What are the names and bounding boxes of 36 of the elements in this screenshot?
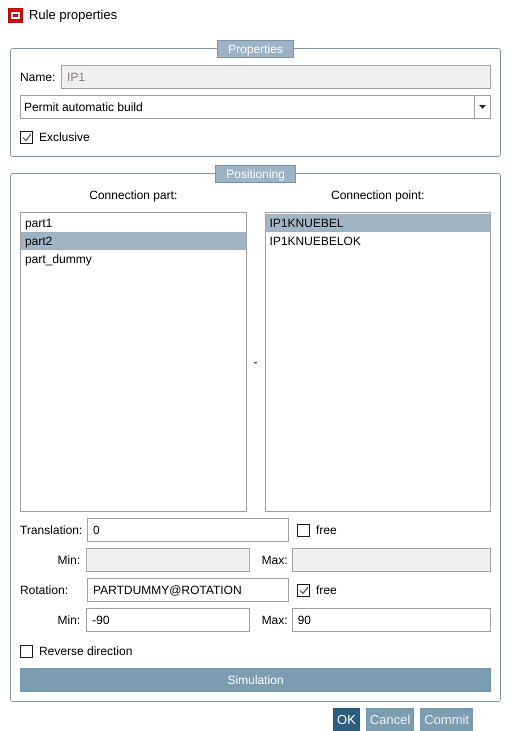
checkmark-icon bbox=[22, 132, 32, 142]
text-field[interactable]: -90 bbox=[86, 608, 250, 632]
field-label: Rotation: bbox=[20, 582, 70, 599]
field-label: Translation: bbox=[20, 522, 84, 539]
checkbox-label: Reverse direction bbox=[39, 643, 132, 660]
checkmark-icon bbox=[298, 586, 308, 594]
max-label: Max: bbox=[260, 612, 289, 629]
window-title: Rule properties bbox=[29, 6, 118, 24]
field-label: Name: bbox=[20, 68, 56, 86]
checkbox-label: free bbox=[316, 582, 337, 599]
separator-text: - bbox=[254, 354, 258, 371]
list-item[interactable]: part_dummy bbox=[21, 250, 246, 268]
list-item[interactable]: part2 bbox=[21, 232, 246, 250]
checkbox[interactable] bbox=[297, 524, 310, 536]
group-title: Properties bbox=[217, 40, 294, 58]
text-field[interactable]: PARTDUMMY@ROTATION bbox=[87, 578, 289, 602]
list-item[interactable]: IP1KNUEBEL bbox=[266, 214, 490, 232]
dialog-button[interactable]: OK bbox=[333, 708, 360, 731]
checkbox[interactable] bbox=[297, 584, 310, 596]
dropdown-arrow-icon bbox=[479, 105, 486, 109]
min-label: Min: bbox=[56, 612, 82, 629]
checkbox[interactable] bbox=[20, 644, 33, 658]
text-field[interactable]: 0 bbox=[87, 518, 289, 542]
list-label: Connection point: bbox=[331, 187, 424, 204]
min-label: Min: bbox=[56, 552, 82, 569]
max-label: Max: bbox=[260, 552, 289, 569]
text-field[interactable]: 90 bbox=[292, 608, 491, 632]
dropdown[interactable]: Permit automatic build bbox=[20, 95, 491, 119]
list-label: Connection part: bbox=[89, 187, 178, 204]
checkbox[interactable] bbox=[20, 130, 33, 144]
list-item[interactable]: IP1KNUEBELOK bbox=[266, 232, 490, 250]
app-icon bbox=[8, 8, 23, 22]
checkbox-label: Exclusive bbox=[39, 129, 90, 146]
group-title: Positioning bbox=[215, 165, 296, 183]
list-item[interactable]: part1 bbox=[21, 214, 246, 232]
checkbox-label: free bbox=[316, 522, 337, 539]
